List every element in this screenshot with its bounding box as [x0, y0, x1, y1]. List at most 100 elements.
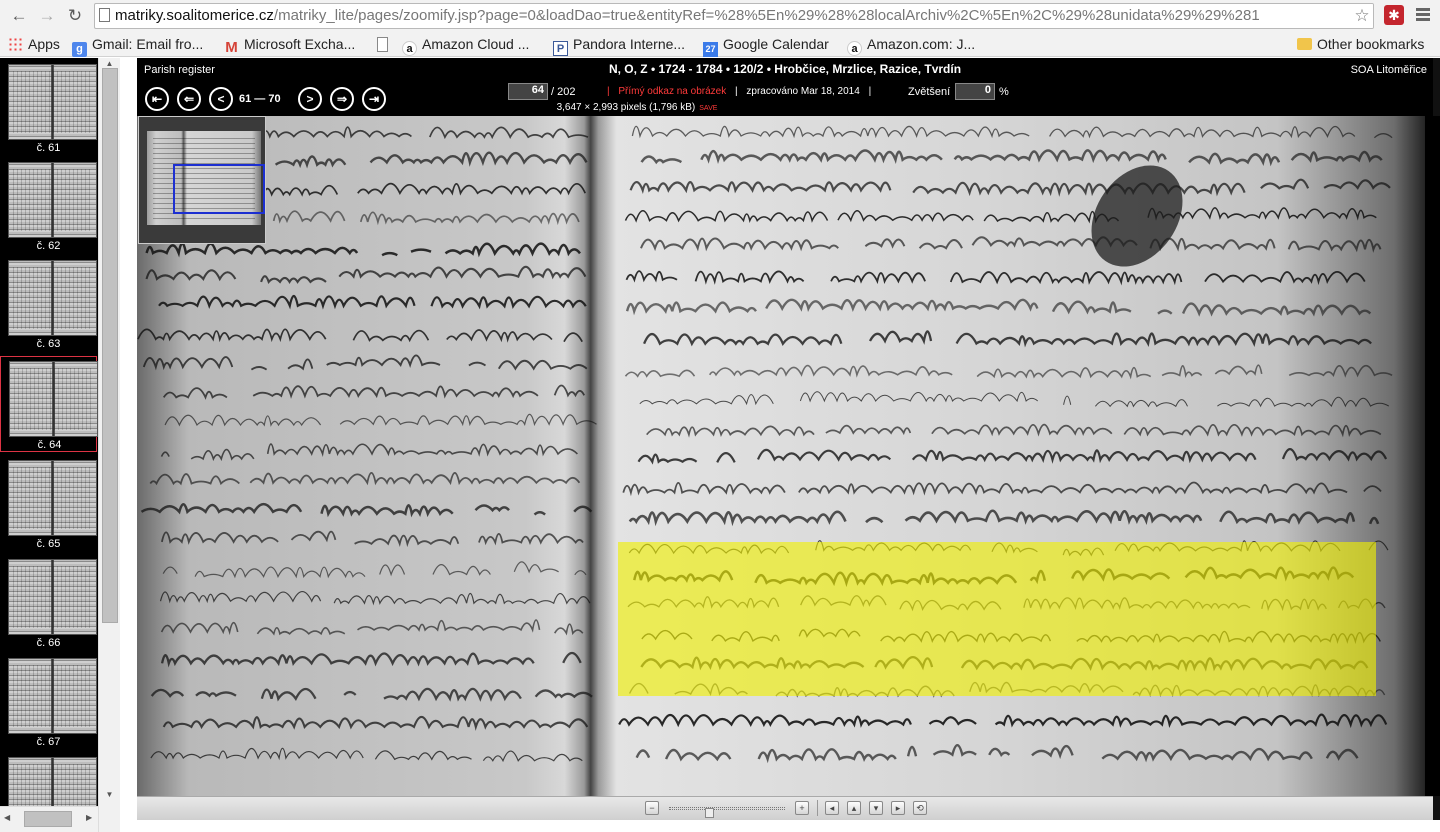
handwriting-line — [162, 653, 610, 665]
url-path: /matriky_lite/pages/zoomify.jsp?page=0&l… — [273, 7, 1260, 24]
navigator-minimap[interactable] — [138, 116, 266, 244]
handwriting-line — [622, 481, 1382, 497]
handwriting-line — [145, 242, 582, 258]
arrow-down-icon: ▾ — [873, 803, 879, 813]
forward-icon[interactable]: → — [36, 5, 58, 27]
thumbnail-item[interactable]: č. 66 — [0, 555, 97, 651]
record-title: N, O, Z • 1724 - 1784 • 120/2 • Hrobčice… — [608, 62, 962, 76]
handwriting-line — [624, 364, 1393, 380]
scrollbar-thumb[interactable] — [102, 68, 118, 623]
sidebar-vertical-scrollbar[interactable]: ▲ ▼ — [98, 58, 120, 832]
zoom-unit: % — [999, 86, 1009, 98]
bookmark-exchange[interactable]: M Microsoft Excha... — [224, 35, 355, 56]
pan-right-button[interactable]: ▸ — [891, 801, 905, 815]
bookmark-amazon[interactable]: a Amazon.com: J... — [847, 35, 975, 56]
thumbnail-list: č. 61 č. 62 č. 63 č. 64 č. 65 č. 66 č. 6… — [0, 58, 98, 806]
processed-date: zpracováno Mar 18, 2014 — [746, 86, 860, 97]
separator: | — [735, 86, 738, 97]
pan-up-button[interactable]: ▴ — [847, 801, 861, 815]
thumbnail-item[interactable] — [0, 753, 97, 806]
thumbnail-image — [8, 757, 97, 806]
bookmark-google-calendar[interactable]: 27 Google Calendar — [703, 35, 829, 57]
handwriting-line — [637, 448, 1388, 465]
bookmarks-bar: Apps g Gmail: Email fro... M Microsoft Exc… — [0, 32, 1440, 57]
address-bar[interactable]: matriky.soalitomerice.cz/matriky_lite/pa… — [94, 3, 1374, 29]
page-icon — [99, 8, 110, 22]
zoom-slider-handle[interactable] — [705, 808, 714, 818]
menu-icon[interactable] — [1414, 6, 1432, 24]
gutter — [120, 58, 137, 832]
plus-icon: + — [799, 803, 805, 813]
handwriting-line — [142, 354, 588, 371]
zoom-label: Zvětšení — [908, 86, 951, 98]
reset-icon: ⟲ — [916, 803, 924, 813]
bookmark-gmail[interactable]: g Gmail: Email fro... — [72, 35, 203, 57]
thumbnail-label: č. 67 — [36, 736, 61, 748]
document-icon — [377, 37, 388, 52]
handwriting-line — [644, 331, 1400, 344]
thumbnail-item[interactable]: č. 67 — [0, 654, 97, 750]
amazon-icon: a — [402, 41, 417, 56]
bookmark-amazon-cloud[interactable]: a Amazon Cloud ... — [402, 35, 529, 56]
reset-view-button[interactable]: ⟲ — [913, 801, 927, 815]
zoom-input[interactable]: 0 — [955, 83, 995, 100]
scroll-up-icon[interactable]: ▲ — [99, 59, 120, 68]
thumbnail-item[interactable]: č. 61 — [0, 60, 97, 156]
handwriting-line — [162, 620, 605, 634]
pan-down-button[interactable]: ▾ — [869, 801, 883, 815]
handwriting-line — [629, 178, 1391, 197]
star-icon[interactable]: ☆ — [1351, 4, 1373, 28]
extension-icon[interactable]: ✱ — [1384, 5, 1404, 25]
image-info: | Přímý odkaz na obrázek | zpracováno Ma… — [601, 86, 877, 97]
scroll-right-icon[interactable]: ▶ — [86, 813, 92, 822]
back-icon[interactable]: ← — [8, 5, 30, 27]
page-total: / 202 — [551, 86, 576, 98]
handwriting-line — [149, 472, 581, 486]
handwriting-line — [150, 747, 583, 763]
zoom-in-button[interactable]: + — [795, 801, 809, 815]
sidebar-horizontal-scrollbar[interactable]: ◀ ▶ — [0, 806, 98, 832]
bookmark-document[interactable] — [377, 35, 393, 54]
thumbnail-image — [8, 658, 97, 734]
handwriting-line — [646, 423, 1382, 438]
google-icon: g — [72, 42, 87, 57]
highlight-region — [618, 542, 1376, 696]
other-bookmarks[interactable]: Other bookmarks — [1297, 35, 1424, 54]
direct-link[interactable]: Přímý odkaz na obrázek — [618, 86, 726, 97]
image-viewer: Parish register N, O, Z • 1724 - 1784 • … — [137, 58, 1440, 832]
handwriting-line — [628, 509, 1380, 527]
handwriting-line — [162, 532, 610, 544]
gmail-icon: M — [225, 39, 238, 56]
zoom-out-button[interactable]: − — [645, 801, 659, 815]
pan-left-button[interactable]: ◂ — [825, 801, 839, 815]
scrollbar-thumb[interactable] — [24, 811, 72, 827]
scroll-left-icon[interactable]: ◀ — [4, 813, 10, 822]
viewer-header: Parish register N, O, Z • 1724 - 1784 • … — [137, 58, 1433, 116]
reload-icon[interactable]: ↻ — [64, 5, 86, 27]
thumbnail-item-selected[interactable]: č. 64 — [0, 356, 98, 452]
thumbnail-image — [8, 559, 97, 635]
handwriting-line — [627, 300, 1398, 314]
handwriting-line — [164, 413, 597, 427]
image-edge — [1425, 116, 1440, 796]
thumbnail-item[interactable]: č. 62 — [0, 158, 97, 254]
handwriting-line — [150, 687, 593, 702]
scroll-down-icon[interactable]: ▼ — [99, 790, 120, 799]
arrow-up-icon: ▴ — [851, 803, 857, 813]
thumbnail-label: č. 66 — [36, 637, 61, 649]
zoom-slider[interactable] — [669, 807, 785, 810]
thumbnail-item[interactable]: č. 65 — [0, 456, 97, 552]
page-number-input[interactable]: 64 — [508, 83, 548, 100]
arrow-right-icon: ▸ — [895, 803, 901, 813]
bookmark-pandora[interactable]: P Pandora Interne... — [553, 35, 685, 56]
folder-icon — [1297, 38, 1312, 50]
minimap-viewport[interactable] — [173, 164, 265, 214]
save-link[interactable]: SAVE — [699, 105, 717, 112]
browser-toolbar: ← → ↻ matriky.soalitomerice.cz/matriky_l… — [0, 0, 1440, 32]
handwriting-line — [162, 715, 589, 731]
thumbnail-label: č. 65 — [36, 538, 61, 550]
thumbnail-label: č. 61 — [36, 142, 61, 154]
handwriting-line — [145, 265, 587, 284]
bookmark-apps[interactable]: Apps — [8, 35, 60, 54]
thumbnail-item[interactable]: č. 63 — [0, 256, 97, 352]
